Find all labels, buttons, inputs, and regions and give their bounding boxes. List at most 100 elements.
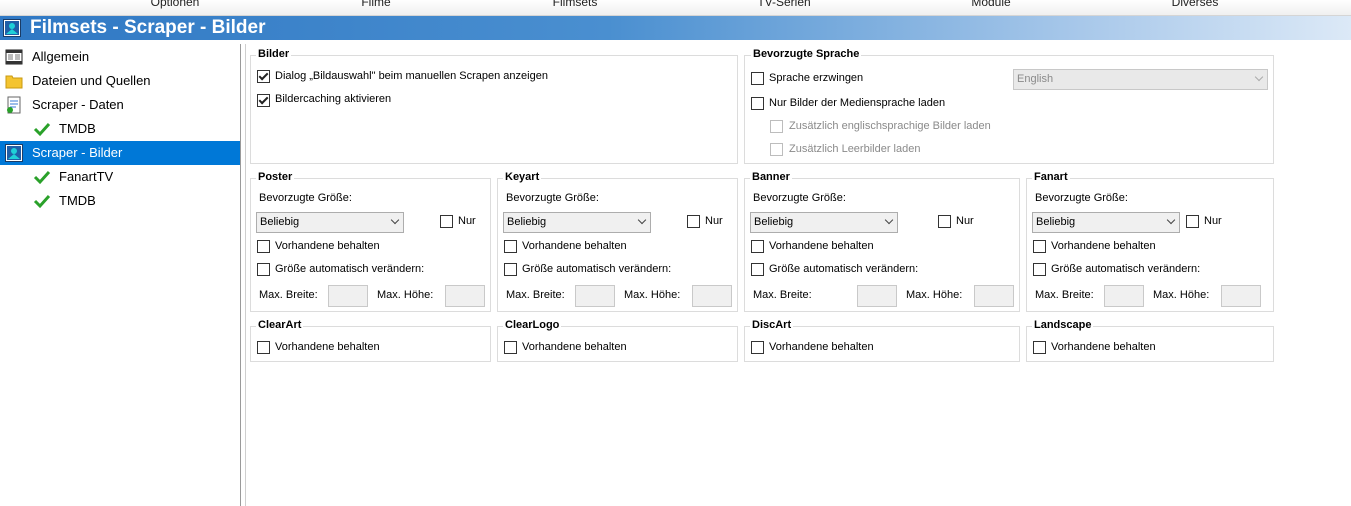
poster-max-height-input[interactable] — [445, 285, 485, 307]
caching-checkbox[interactable] — [257, 94, 270, 107]
sidebar-item-tmdb-bilder[interactable]: TMDB — [0, 189, 240, 213]
chevron-down-icon — [390, 215, 400, 225]
chevron-down-icon — [884, 215, 894, 225]
poster-resize-label: Größe automatisch verändern: — [275, 263, 425, 275]
keyart-max-width-input[interactable] — [575, 285, 615, 307]
dialog-label: Dialog „Bildauswahl" beim manuellen Scra… — [275, 70, 548, 82]
landscape-keep-checkbox[interactable] — [1033, 341, 1046, 354]
fanart-resize-checkbox[interactable] — [1033, 263, 1046, 276]
keyart-size-select[interactable]: Beliebig — [503, 212, 651, 233]
banner-resize-label: Größe automatisch verändern: — [769, 263, 919, 275]
force-language-checkbox[interactable] — [751, 72, 764, 85]
settings-content: Bilder Dialog „Bildauswahl" beim manuell… — [245, 44, 1351, 506]
poster-max-height-label: Max. Höhe: — [377, 289, 434, 301]
chevron-down-icon — [637, 215, 647, 225]
sidebar-item-label: TMDB — [59, 121, 96, 136]
menu-module[interactable]: Module — [971, 0, 1010, 9]
clearart-keep-label: Vorhandene behalten — [275, 341, 380, 353]
sidebar-item-label: FanartTV — [59, 169, 114, 184]
fanart-only-checkbox[interactable] — [1186, 215, 1199, 228]
keyart-keep-checkbox[interactable] — [504, 240, 517, 253]
sidebar-item-dateien-und-quellen[interactable]: Dateien und Quellen — [0, 69, 240, 93]
fanart-keep-checkbox[interactable] — [1033, 240, 1046, 253]
blank-images-label: Zusätzlich Leerbilder laden — [789, 143, 921, 155]
banner-only-checkbox[interactable] — [938, 215, 951, 228]
menu-filme[interactable]: Filme — [361, 0, 390, 9]
keyart-resize-label: Größe automatisch verändern: — [522, 263, 672, 275]
banner-max-height-input[interactable] — [974, 285, 1014, 307]
menu-filmsets[interactable]: Filmsets — [553, 0, 598, 9]
sidebar-item-label: TMDB — [59, 193, 96, 208]
banner-max-height-label: Max. Höhe: — [906, 289, 963, 301]
poster-resize-checkbox[interactable] — [257, 263, 270, 276]
poster-size-select[interactable]: Beliebig — [256, 212, 404, 233]
sidebar-item-fanarttv[interactable]: FanartTV — [0, 165, 240, 189]
fanart-max-height-input[interactable] — [1221, 285, 1261, 307]
chevron-down-icon — [1166, 215, 1176, 225]
banner-max-width-input[interactable] — [857, 285, 897, 307]
poster-keep-checkbox[interactable] — [257, 240, 270, 253]
filmstrip-icon — [5, 49, 23, 65]
poster-group-title: Poster — [256, 171, 295, 183]
keyart-resize-checkbox[interactable] — [504, 263, 517, 276]
language-select-value: English — [1017, 73, 1054, 85]
only-media-language-label: Nur Bilder der Mediensprache laden — [769, 97, 946, 109]
banner-only-label: Nur — [956, 215, 974, 227]
poster-max-width-label: Max. Breite: — [259, 289, 318, 301]
banner-max-width-label: Max. Breite: — [753, 289, 812, 301]
fanart-max-width-label: Max. Breite: — [1035, 289, 1094, 301]
sidebar-item-scraper-bilder[interactable]: Scraper - Bilder — [0, 141, 240, 165]
caching-label: Bildercaching aktivieren — [275, 93, 392, 105]
fanart-keep-label: Vorhandene behalten — [1051, 240, 1156, 252]
image-icon — [3, 19, 21, 37]
keyart-max-height-input[interactable] — [692, 285, 732, 307]
fanart-size-select[interactable]: Beliebig — [1032, 212, 1180, 233]
poster-keep-label: Vorhandene behalten — [275, 240, 380, 252]
sidebar-item-scraper-daten[interactable]: Scraper - Daten — [0, 93, 240, 117]
sidebar-item-tmdb-daten[interactable]: TMDB — [0, 117, 240, 141]
fanart-group-title: Fanart — [1032, 171, 1070, 183]
english-images-checkbox[interactable] — [770, 120, 783, 133]
image-icon — [5, 144, 23, 162]
keyart-keep-label: Vorhandene behalten — [522, 240, 627, 252]
landscape-keep-label: Vorhandene behalten — [1051, 341, 1156, 353]
keyart-max-width-label: Max. Breite: — [506, 289, 565, 301]
discart-keep-checkbox[interactable] — [751, 341, 764, 354]
banner-size-value: Beliebig — [754, 216, 794, 228]
keyart-size-value: Beliebig — [507, 216, 547, 228]
only-media-language-checkbox[interactable] — [751, 97, 764, 110]
keyart-only-checkbox[interactable] — [687, 215, 700, 228]
bilder-group-title: Bilder — [256, 48, 292, 60]
keyart-group-title: Keyart — [503, 171, 542, 183]
force-language-label: Sprache erzwingen — [769, 72, 864, 84]
clearart-group-title: ClearArt — [256, 319, 304, 331]
fanart-size-value: Beliebig — [1036, 216, 1076, 228]
menu-tv-serien[interactable]: TV-Serien — [757, 0, 810, 9]
settings-sidebar: Allgemein Dateien und Quellen Scraper - … — [0, 44, 241, 506]
sidebar-item-allgemein[interactable]: Allgemein — [0, 45, 240, 69]
banner-resize-checkbox[interactable] — [751, 263, 764, 276]
fanart-max-width-input[interactable] — [1104, 285, 1144, 307]
language-select[interactable]: English — [1013, 69, 1268, 90]
landscape-group-title: Landscape — [1032, 319, 1094, 331]
sidebar-item-label: Scraper - Bilder — [32, 145, 123, 160]
poster-max-width-input[interactable] — [328, 285, 368, 307]
blank-images-checkbox[interactable] — [770, 143, 783, 156]
menu-optionen[interactable]: Optionen — [151, 0, 200, 9]
checkmark-icon — [33, 194, 51, 209]
banner-keep-checkbox[interactable] — [751, 240, 764, 253]
clearlogo-keep-checkbox[interactable] — [504, 341, 517, 354]
banner-size-select[interactable]: Beliebig — [750, 212, 898, 233]
menu-diverses[interactable]: Diverses — [1172, 0, 1219, 9]
poster-only-label: Nur — [458, 215, 476, 227]
keyart-max-height-label: Max. Höhe: — [624, 289, 681, 301]
dialog-checkbox[interactable] — [257, 70, 270, 83]
clearart-keep-checkbox[interactable] — [257, 341, 270, 354]
checkmark-icon — [33, 122, 51, 137]
folder-icon — [5, 75, 23, 89]
poster-pref-size-label: Bevorzugte Größe: — [259, 192, 352, 204]
discart-group-title: DiscArt — [750, 319, 794, 331]
poster-only-checkbox[interactable] — [440, 215, 453, 228]
sprache-group-title: Bevorzugte Sprache — [751, 48, 862, 60]
document-icon — [7, 96, 21, 114]
